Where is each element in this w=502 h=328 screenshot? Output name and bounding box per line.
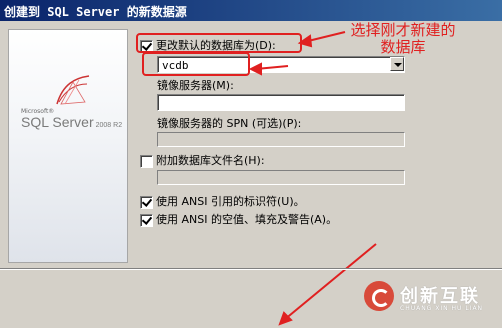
annotation-text-line2: 数据库: [380, 38, 426, 56]
watermark: 创新互联 CHUANG XIN HU LIAN: [364, 278, 496, 318]
annotation-text-line1: 选择刚才新建的: [350, 21, 456, 39]
divider: [0, 268, 502, 270]
watermark-sub: CHUANG XIN HU LIAN: [400, 305, 484, 312]
annotation-text: 选择刚才新建的 数据库: [348, 22, 458, 56]
arrow-to-bottom: [283, 243, 377, 321]
arrow-head-1: [297, 34, 313, 48]
arrow-head-2: [248, 62, 262, 76]
watermark-logo-icon: [364, 281, 394, 311]
